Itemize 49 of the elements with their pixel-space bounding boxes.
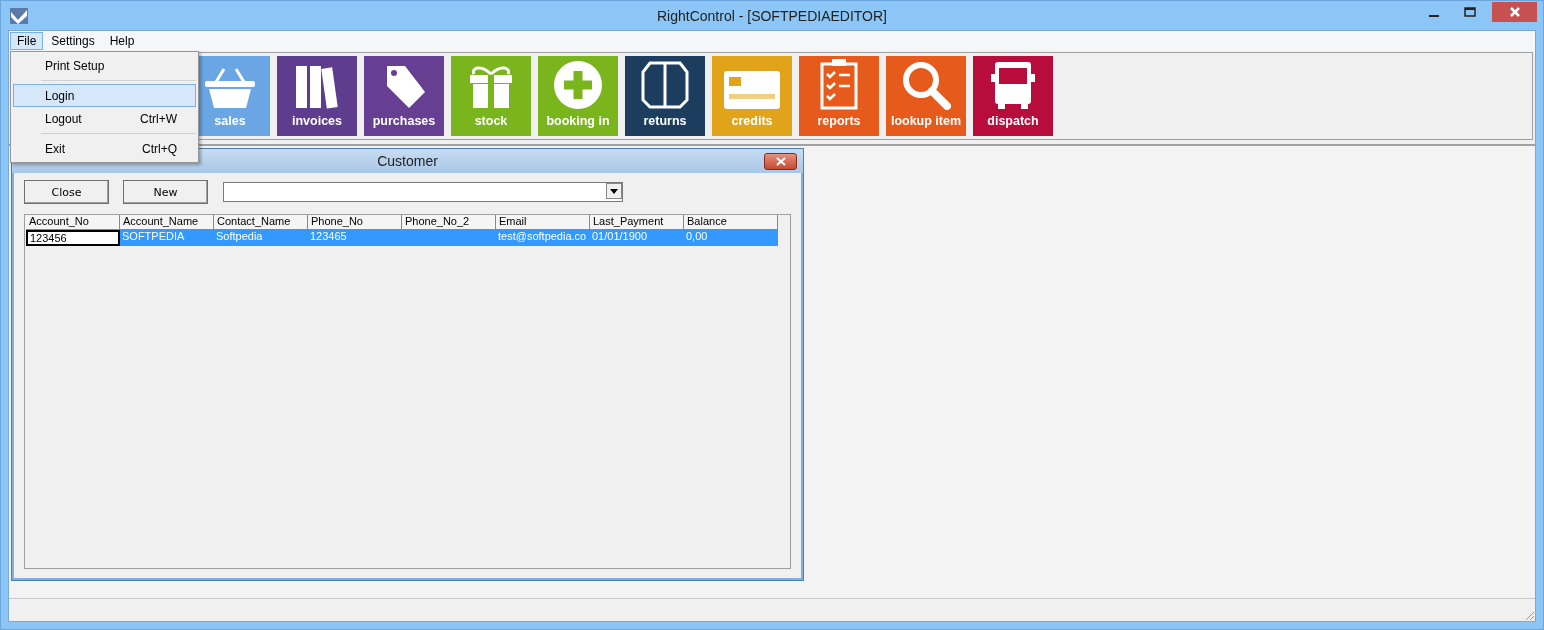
- app-logo-icon: [10, 7, 28, 24]
- shortcut-label: Ctrl+Q: [142, 141, 177, 156]
- toolbar-tile[interactable]: returns: [625, 56, 705, 136]
- table-cell[interactable]: 123456: [26, 230, 120, 246]
- menu-item[interactable]: Settings: [44, 32, 102, 50]
- menu-item[interactable]: Help: [102, 32, 142, 50]
- minimize-icon: [1429, 14, 1439, 17]
- search-icon: [901, 60, 951, 110]
- shortcut-label: Ctrl+W: [140, 111, 177, 126]
- combo-box[interactable]: [223, 182, 623, 202]
- table-cell[interactable]: [402, 230, 496, 246]
- dropdown-button[interactable]: [606, 183, 622, 199]
- window-title: RightControl - [SOFTPEDIAEDITOR]: [657, 7, 887, 24]
- menu-item[interactable]: File: [10, 32, 44, 50]
- toolbar-tile[interactable]: purchases: [364, 56, 444, 136]
- column-header[interactable]: Phone_No_2: [402, 215, 496, 230]
- toolbar-tile[interactable]: lookup item: [886, 56, 966, 136]
- toolbar-tile[interactable]: invoices: [277, 56, 357, 136]
- close-button[interactable]: [1492, 1, 1537, 22]
- close-icon: [1508, 5, 1521, 18]
- caret-icon: [610, 188, 618, 194]
- column-header[interactable]: Account_No: [26, 215, 120, 230]
- column-header[interactable]: Email: [496, 215, 590, 230]
- column-header[interactable]: Account_Name: [120, 215, 214, 230]
- child-close-button[interactable]: [764, 152, 797, 170]
- column-header[interactable]: Last_Payment: [590, 215, 684, 230]
- plus-circle-icon: [553, 60, 603, 110]
- column-header[interactable]: Balance: [684, 215, 778, 230]
- column-header[interactable]: Phone_No: [308, 215, 402, 230]
- credit-card-icon: [723, 70, 781, 110]
- column-header[interactable]: Contact_Name: [214, 215, 308, 230]
- menu-entry[interactable]: Exit Ctrl+Q: [13, 137, 196, 160]
- toolbar-tile[interactable]: reports: [799, 56, 879, 136]
- menu-entry-label: Print Setup: [45, 58, 105, 73]
- truck-icon: [990, 60, 1036, 110]
- resize-grip-icon: [1523, 609, 1535, 621]
- menu-entry-label: Login: [45, 88, 75, 103]
- menu-entry[interactable]: Login: [13, 84, 196, 107]
- clipboard-checklist-icon: [819, 58, 859, 110]
- form-button[interactable]: Close: [24, 180, 109, 204]
- close-icon: [775, 156, 786, 166]
- basket-icon: [202, 66, 258, 110]
- toolbar-tile[interactable]: dispatch: [973, 56, 1053, 136]
- menu-entry-label: Exit: [45, 141, 65, 156]
- form-button[interactable]: New: [123, 180, 208, 204]
- menu-entry-label: Logout: [45, 111, 82, 126]
- box-icon: [640, 60, 690, 110]
- maximize-icon: [1464, 5, 1476, 18]
- child-window-title: Customer: [377, 153, 438, 169]
